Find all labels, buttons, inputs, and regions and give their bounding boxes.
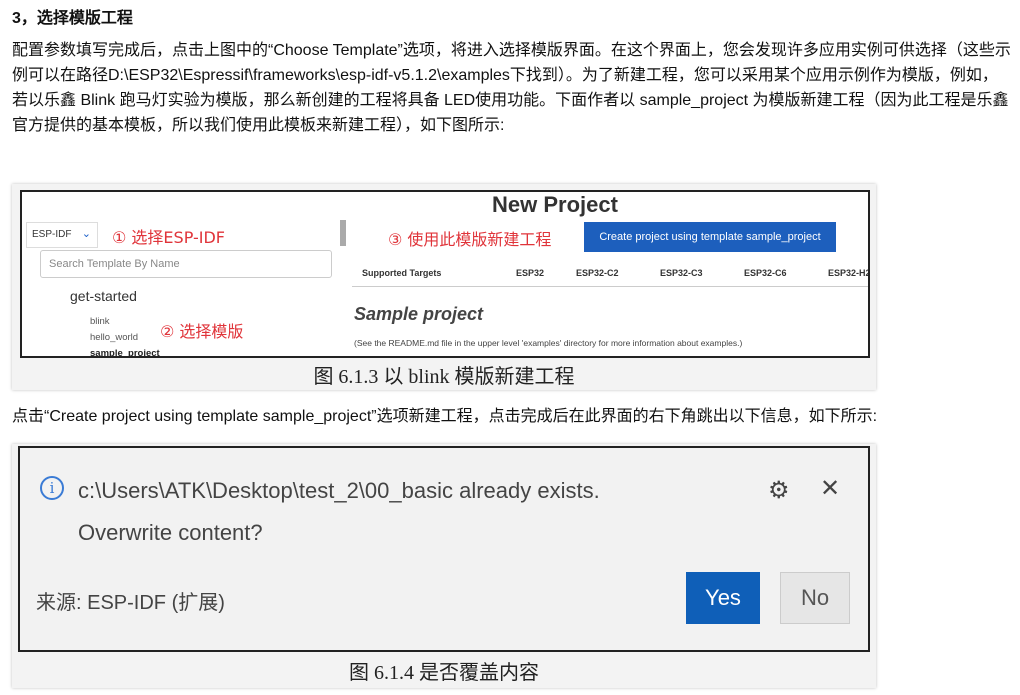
notification-source: 来源: ESP-IDF (扩展) bbox=[36, 592, 225, 614]
target-esp32-c3: ESP32-C3 bbox=[660, 268, 703, 278]
figure-caption: 图 6.1.4 是否覆盖内容 bbox=[349, 662, 539, 684]
overwrite-notification: i c:\Users\ATK\Desktop\test_2\00_basic a… bbox=[18, 446, 870, 652]
intro-paragraph: 配置参数填写完成后，点击上图中的“Choose Template”选项，将进入选… bbox=[12, 42, 1011, 134]
figure-caption: 图 6.1.3 以 blink 模版新建工程 bbox=[313, 366, 575, 388]
info-icon: i bbox=[40, 476, 64, 500]
idf-select[interactable]: ESP-IDF ⌄ bbox=[26, 222, 98, 248]
chevron-down-icon: ⌄ bbox=[81, 228, 91, 240]
annotation-select-template: ② 选择模版 bbox=[160, 322, 244, 341]
annotation-use-template: ③ 使用此模版新建工程 bbox=[388, 230, 552, 249]
create-project-button[interactable]: Create project using template sample_pro… bbox=[584, 222, 836, 252]
create-paragraph: 点击“Create project using template sample_… bbox=[12, 408, 878, 425]
no-button[interactable]: No bbox=[780, 572, 850, 624]
figure-overwrite-dialog: i c:\Users\ATK\Desktop\test_2\00_basic a… bbox=[12, 444, 876, 688]
gear-icon[interactable]: ⚙ bbox=[768, 476, 790, 505]
tree-group-get-started[interactable]: get-started bbox=[70, 288, 137, 304]
yes-button[interactable]: Yes bbox=[686, 572, 760, 624]
project-pane: New Project ③ 使用此模版新建工程 Create project u… bbox=[352, 192, 870, 356]
new-project-screenshot: ESP-IDF ⌄ ① 选择ESP-IDF Search Template By… bbox=[20, 190, 870, 358]
scrollbar[interactable] bbox=[340, 220, 346, 246]
annotation-select-idf: ① 选择ESP-IDF bbox=[112, 228, 226, 247]
sample-project-title: Sample project bbox=[354, 304, 484, 324]
idf-select-value: ESP-IDF bbox=[32, 229, 72, 240]
template-search-input[interactable]: Search Template By Name bbox=[40, 250, 332, 278]
target-esp32-c2: ESP32-C2 bbox=[576, 268, 619, 278]
notification-message: c:\Users\ATK\Desktop\test_2\00_basic alr… bbox=[78, 478, 600, 503]
notification-question: Overwrite content? bbox=[78, 520, 263, 545]
template-pane: ESP-IDF ⌄ ① 选择ESP-IDF Search Template By… bbox=[22, 192, 346, 356]
tree-item-hello-world[interactable]: hello_world bbox=[90, 332, 138, 343]
target-esp32-c6: ESP32-C6 bbox=[744, 268, 787, 278]
new-project-title: New Project bbox=[492, 192, 618, 217]
tree-item-blink[interactable]: blink bbox=[90, 316, 110, 327]
close-icon[interactable]: ✕ bbox=[820, 474, 840, 503]
section-heading: 3，选择模版工程 bbox=[12, 10, 133, 27]
figure-new-project: ESP-IDF ⌄ ① 选择ESP-IDF Search Template By… bbox=[12, 184, 876, 390]
targets-label: Supported Targets bbox=[362, 268, 442, 278]
target-esp32: ESP32 bbox=[516, 268, 545, 278]
divider bbox=[352, 286, 868, 287]
sample-project-description: (See the README.md file in the upper lev… bbox=[354, 338, 743, 348]
tree-item-sample-project[interactable]: sample_project bbox=[90, 348, 160, 356]
target-esp32-h2: ESP32-H2 bbox=[828, 268, 870, 278]
